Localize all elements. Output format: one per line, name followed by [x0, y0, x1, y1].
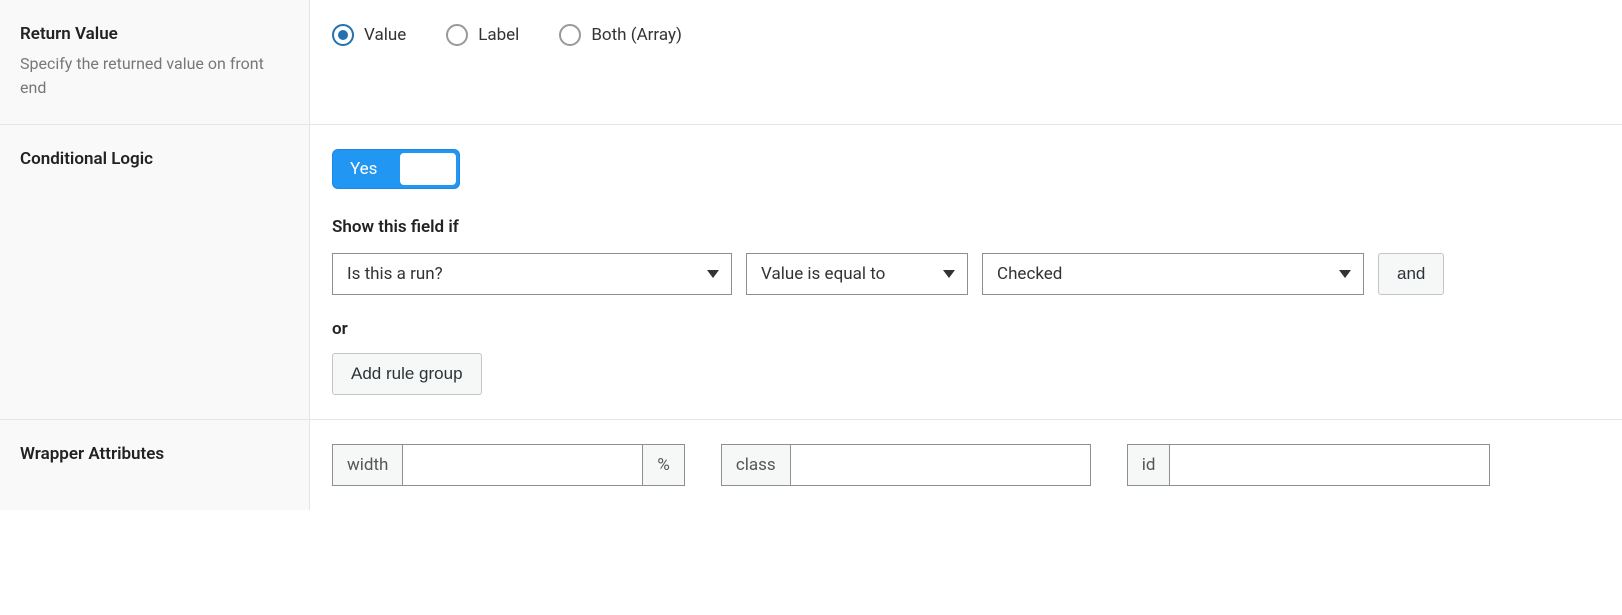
return-value-description: Specify the returned value on front end: [20, 52, 289, 100]
wrapper-attributes-title: Wrapper Attributes: [20, 444, 289, 464]
id-input[interactable]: [1170, 444, 1490, 486]
radio-option-label: Label: [478, 25, 519, 45]
chevron-down-icon: [707, 270, 719, 278]
rule-field-select[interactable]: Is this a run?: [332, 253, 732, 295]
conditional-logic-row: Conditional Logic Yes Show this field if…: [0, 125, 1622, 420]
or-label: or: [332, 319, 1600, 339]
add-rule-group-button[interactable]: Add rule group: [332, 353, 482, 395]
conditional-logic-label-cell: Conditional Logic: [0, 125, 310, 419]
width-label: width: [332, 444, 403, 486]
wrapper-attributes-cell: width % class id: [310, 420, 1622, 510]
rule-value-text: Checked: [997, 264, 1062, 284]
class-input[interactable]: [791, 444, 1091, 486]
conditional-logic-cell: Yes Show this field if Is this a run? Va…: [310, 125, 1622, 419]
class-label: class: [721, 444, 791, 486]
radio-option-value[interactable]: Value: [332, 24, 406, 46]
toggle-label: Yes: [336, 159, 391, 179]
rule-operator-select[interactable]: Value is equal to: [746, 253, 968, 295]
width-input[interactable]: [403, 444, 643, 486]
wrapper-attributes-row: Wrapper Attributes width % class id: [0, 420, 1622, 510]
return-value-label-cell: Return Value Specify the returned value …: [0, 0, 310, 124]
conditional-rule-row: Is this a run? Value is equal to Checked…: [332, 253, 1600, 295]
return-value-radio-group: Value Label Both (Array): [332, 24, 1600, 46]
wrapper-attributes-group: width % class id: [332, 444, 1600, 486]
width-suffix: %: [643, 444, 684, 486]
conditional-logic-title: Conditional Logic: [20, 149, 289, 169]
return-value-cell: Value Label Both (Array): [310, 0, 1622, 124]
show-if-title: Show this field if: [332, 217, 1600, 237]
radio-icon: [559, 24, 581, 46]
radio-option-label: Both (Array): [591, 25, 682, 45]
id-attr-group: id: [1127, 444, 1491, 486]
radio-option-both[interactable]: Both (Array): [559, 24, 682, 46]
id-label: id: [1127, 444, 1171, 486]
width-attr-group: width %: [332, 444, 685, 486]
and-button[interactable]: and: [1378, 253, 1444, 295]
return-value-row: Return Value Specify the returned value …: [0, 0, 1622, 125]
chevron-down-icon: [1339, 270, 1351, 278]
rule-operator-value: Value is equal to: [761, 264, 885, 284]
return-value-title: Return Value: [20, 24, 289, 44]
rule-field-value: Is this a run?: [347, 264, 443, 284]
radio-option-label-opt[interactable]: Label: [446, 24, 519, 46]
chevron-down-icon: [943, 270, 955, 278]
rule-value-select[interactable]: Checked: [982, 253, 1364, 295]
radio-icon: [332, 24, 354, 46]
wrapper-attributes-label-cell: Wrapper Attributes: [0, 420, 310, 510]
class-attr-group: class: [721, 444, 1091, 486]
radio-option-label: Value: [364, 25, 406, 45]
conditional-logic-toggle[interactable]: Yes: [332, 149, 460, 189]
toggle-handle-icon: [400, 153, 456, 185]
radio-icon: [446, 24, 468, 46]
